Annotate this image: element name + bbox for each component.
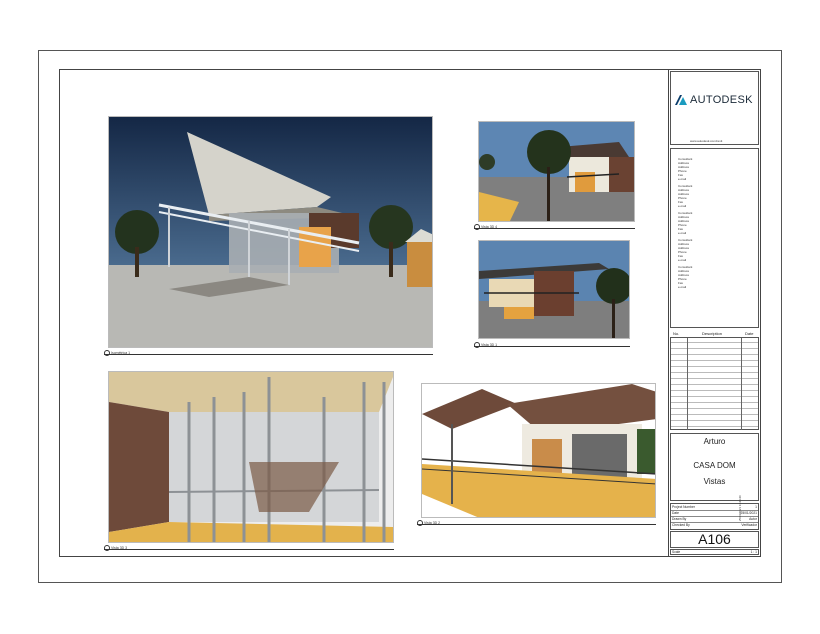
view-3d-3-image [109, 372, 393, 542]
view-title-line [417, 524, 656, 525]
project-name: CASA DOM [693, 461, 736, 470]
view-label-3d-3: Vista 3D 3 [104, 545, 127, 551]
scale-value: 1 : 1 [750, 550, 757, 554]
view-3d-1-image [479, 241, 629, 338]
revision-column-divider [687, 330, 688, 430]
consultant-line: e-mail [678, 177, 687, 181]
revision-table [670, 330, 759, 430]
owner-name: Arturo [703, 437, 726, 446]
field-value: 1 [755, 505, 757, 509]
sheet-name: Vistas [703, 477, 726, 486]
revision-header-no: No. [673, 331, 680, 336]
field-value: 25/01/2021 [740, 511, 757, 515]
logo-box [670, 71, 759, 145]
view-title-line [474, 228, 635, 229]
view-3d-2-image [422, 384, 655, 517]
isometric-render-image [109, 117, 432, 347]
scale-label: Scale [672, 550, 681, 554]
field-value: Autor [749, 517, 757, 521]
consultant-block: Consultant Address Address Phone Fax e-m… [678, 157, 692, 181]
view-3d-3-interior[interactable] [108, 371, 394, 543]
revision-column-divider [741, 330, 742, 430]
revision-header-date: Date [745, 331, 754, 336]
consultant-block: Consultant Address Address Phone Fax e-m… [678, 238, 692, 262]
view-title-line [474, 346, 630, 347]
field-row: Checked By Verificador [671, 522, 758, 528]
view-3d-4-image [479, 122, 634, 221]
print-timestamp: 25/01/2021 13:29:40 [738, 495, 742, 521]
consultant-line: e-mail [678, 231, 687, 235]
consultant-line: e-mail [678, 204, 687, 208]
view-marker-icon [417, 520, 423, 526]
view-label-3d-1: Vista 3D 1 [474, 342, 497, 348]
view-3d-2[interactable] [421, 383, 656, 518]
consultant-block: Consultant Address Address Phone Fax e-m… [678, 211, 692, 235]
autodesk-logo: AUTODESK [675, 94, 753, 106]
consultant-line: e-mail [678, 258, 687, 262]
consultant-line: e-mail [678, 285, 687, 289]
view-label-3d-2: Vista 3D 2 [417, 520, 440, 526]
view-isometric-render[interactable] [108, 116, 433, 348]
website-text: www.autodesk.com/revit [690, 139, 723, 143]
field-label: Checked By [672, 523, 690, 527]
view-title-line [104, 549, 394, 550]
field-value: Verificador [741, 523, 757, 527]
consultant-block: Consultant Address Address Phone Fax e-m… [678, 265, 692, 289]
view-3d-4[interactable] [478, 121, 635, 222]
revision-table-header: No. Description Date [670, 330, 759, 338]
field-label: Drawn By [672, 517, 687, 521]
consultant-block: Consultant Address Address Phone Fax e-m… [678, 184, 692, 208]
sheet-number: A106 [698, 531, 731, 547]
view-marker-icon [474, 224, 480, 230]
autodesk-logo-icon [675, 95, 687, 105]
revision-header-description: Description [702, 331, 723, 336]
view-label-isometric: Isométrica 1 [104, 350, 130, 356]
view-marker-icon [104, 545, 110, 551]
brand-name: AUTODESK [690, 94, 753, 106]
view-title-line [104, 354, 433, 355]
view-marker-icon [474, 342, 480, 348]
field-label: Date [672, 511, 679, 515]
field-label: Project Number [672, 505, 695, 509]
view-3d-1[interactable] [478, 240, 630, 339]
view-marker-icon [104, 350, 110, 356]
view-label-3d-4: Vista 3D 4 [474, 224, 497, 230]
